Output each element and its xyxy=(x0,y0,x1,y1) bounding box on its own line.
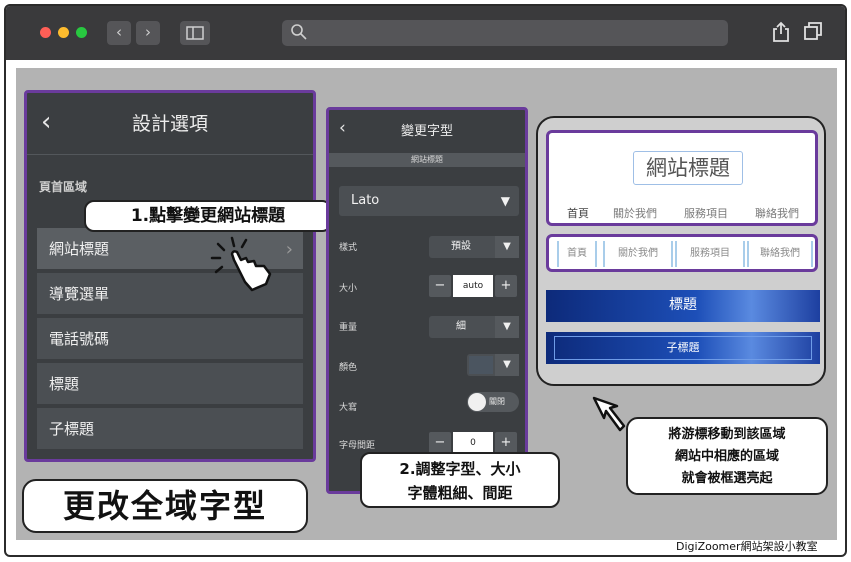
preview-site-title: 網站標題 xyxy=(633,151,743,185)
tabs-button[interactable] xyxy=(800,21,826,45)
preview-nav-item: 關於我們 xyxy=(613,207,657,220)
main-title: 更改全域字型 xyxy=(22,479,308,533)
subheading-outline xyxy=(554,336,812,360)
preview-header-region[interactable]: 網站標題 首頁 關於我們 服務項目 聯絡我們 xyxy=(546,130,818,226)
toggle-label: 關閉 xyxy=(489,397,505,406)
preview-nav-item: 關於我們 xyxy=(603,241,673,267)
preview-subheading-bar[interactable]: 子標題 xyxy=(546,332,820,364)
font-family-select[interactable]: Lato ▼ xyxy=(339,186,519,216)
step1-callout: 1.點擊變更網站標題 xyxy=(84,200,332,232)
panel-title: 設計選項 xyxy=(131,113,208,135)
toggle-knob xyxy=(468,393,486,411)
credit-text: DigiZoomer網站架設小教室 xyxy=(676,540,818,553)
uppercase-label: 大寫 xyxy=(339,403,358,413)
chevron-left-icon: ‹ xyxy=(116,23,122,41)
font-settings-panel: ‹ 變更字型 網站標題 Lato ▼ 樣式 預設 ▼ 大小 − auto + 重… xyxy=(326,107,528,494)
size-stepper: − auto + xyxy=(429,275,519,297)
weight-value: 細 xyxy=(456,321,466,332)
size-label: 大小 xyxy=(339,284,358,294)
preview-heading: 標題 xyxy=(669,297,697,313)
section-label: 頁首區域 xyxy=(39,180,88,194)
preview-nav-item: 聯絡我們 xyxy=(747,241,813,267)
minimize-window-button[interactable] xyxy=(58,27,69,38)
menu-item-heading[interactable]: 標題 xyxy=(37,363,303,406)
note-line1: 將游標移動到該區域 xyxy=(668,427,786,442)
note-line2: 網站中相應的區域 xyxy=(674,449,779,464)
color-swatch xyxy=(469,356,493,374)
address-bar[interactable] xyxy=(282,20,728,46)
share-icon xyxy=(773,21,789,42)
chevron-right-icon: › xyxy=(285,239,293,260)
chevron-right-icon: › xyxy=(145,23,151,41)
size-decrease-button[interactable]: − xyxy=(429,275,451,297)
size-increase-button[interactable]: + xyxy=(495,275,517,297)
context-label: 網站標題 xyxy=(329,153,525,167)
mouse-pointer-icon xyxy=(592,396,626,432)
chevron-down-icon: ▼ xyxy=(495,354,519,376)
preview-nav-item: 服務項目 xyxy=(684,207,728,220)
step2-callout: 2.調整字型、大小 字體粗細、間距 xyxy=(360,452,560,508)
panel-header: ‹ 變更字型 xyxy=(329,110,525,150)
chevron-down-icon: ▼ xyxy=(495,316,519,338)
style-select[interactable]: 預設 ▼ xyxy=(429,236,519,258)
chevron-down-icon: ▼ xyxy=(500,194,510,208)
maximize-window-button[interactable] xyxy=(76,27,87,38)
color-label: 顏色 xyxy=(339,363,358,373)
panel-title: 變更字型 xyxy=(400,124,453,139)
spacing-increase-button[interactable]: + xyxy=(495,432,517,454)
hand-cursor-icon xyxy=(210,236,272,292)
letter-spacing-stepper: − 0 + xyxy=(429,432,519,454)
sidebar-toggle-button[interactable] xyxy=(180,21,210,45)
preview-nav-item: 服務項目 xyxy=(675,241,745,267)
uppercase-toggle[interactable]: 關閉 xyxy=(467,392,519,412)
tabs-icon xyxy=(804,22,822,40)
preview-nav-item: 首頁 xyxy=(557,241,597,267)
note-line3: 就會被框選亮起 xyxy=(681,471,773,486)
weight-label: 重量 xyxy=(339,323,358,333)
style-label: 樣式 xyxy=(339,243,358,253)
step2-line2: 字體粗細、間距 xyxy=(407,484,513,502)
share-button[interactable] xyxy=(768,21,794,45)
menu-item-subheading[interactable]: 子標題 xyxy=(37,408,303,451)
size-input[interactable]: auto xyxy=(453,275,493,297)
menu-item-label: 標題 xyxy=(49,375,80,393)
weight-select[interactable]: 細 ▼ xyxy=(429,316,519,338)
menu-item-label: 網站標題 xyxy=(49,240,110,258)
chevron-down-icon: ▼ xyxy=(495,236,519,258)
preview-nav-item: 首頁 xyxy=(567,207,589,220)
spacing-input[interactable]: 0 xyxy=(453,432,493,454)
close-window-button[interactable] xyxy=(40,27,51,38)
menu-item-phone[interactable]: 電話號碼 xyxy=(37,318,303,361)
browser-toolbar: ‹ › xyxy=(6,6,845,60)
search-icon xyxy=(291,24,307,40)
preview-heading-bar[interactable]: 標題 xyxy=(546,290,820,322)
site-preview: 網站標題 首頁 關於我們 服務項目 聯絡我們 首頁 關於我們 服務項目 聯絡我們… xyxy=(536,116,826,386)
hover-note: 將游標移動到該區域 網站中相應的區域 就會被框選亮起 xyxy=(626,417,828,495)
back-button[interactable]: ‹ xyxy=(107,21,131,45)
step2-line1: 2.調整字型、大小 xyxy=(399,460,521,478)
menu-item-label: 電話號碼 xyxy=(49,330,110,348)
spacing-decrease-button[interactable]: − xyxy=(429,432,451,454)
menu-item-label: 子標題 xyxy=(49,420,95,438)
letter-spacing-label: 字母間距 xyxy=(339,441,376,451)
forward-button[interactable]: › xyxy=(136,21,160,45)
font-family-value: Lato xyxy=(351,193,380,208)
preview-nav-region[interactable]: 首頁 關於我們 服務項目 聯絡我們 xyxy=(546,234,818,272)
style-value: 預設 xyxy=(451,241,471,252)
color-picker[interactable]: ▼ xyxy=(467,354,519,376)
sidebar-icon xyxy=(186,26,204,40)
menu-item-label: 導覽選單 xyxy=(49,285,110,303)
preview-nav-item: 聯絡我們 xyxy=(755,207,799,220)
panel-header: ‹ 設計選項 xyxy=(27,93,313,155)
